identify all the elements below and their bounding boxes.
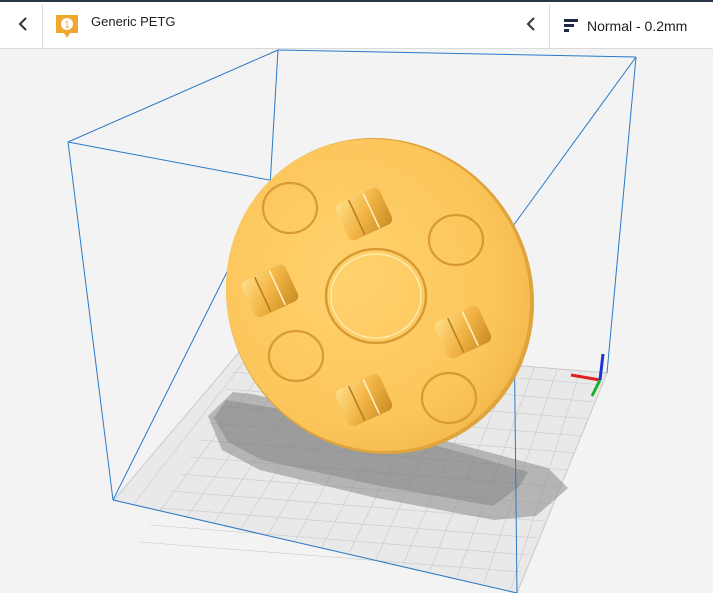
profile-name: Normal - 0.2mm <box>587 18 688 34</box>
material-name: Generic PETG <box>91 14 176 29</box>
extruder-badge-icon: 1 <box>56 15 78 38</box>
toolbar-divider <box>42 4 43 48</box>
extruder-number: 1 <box>64 20 69 30</box>
chevron-left-icon[interactable] <box>523 15 541 33</box>
3d-viewport[interactable] <box>0 49 713 593</box>
chevron-left-icon[interactable] <box>15 15 33 33</box>
print-settings-icon <box>564 19 578 32</box>
toolbar-divider <box>549 4 550 48</box>
top-toolbar: 1 Generic PETG Normal - 0.2mm <box>0 0 713 49</box>
